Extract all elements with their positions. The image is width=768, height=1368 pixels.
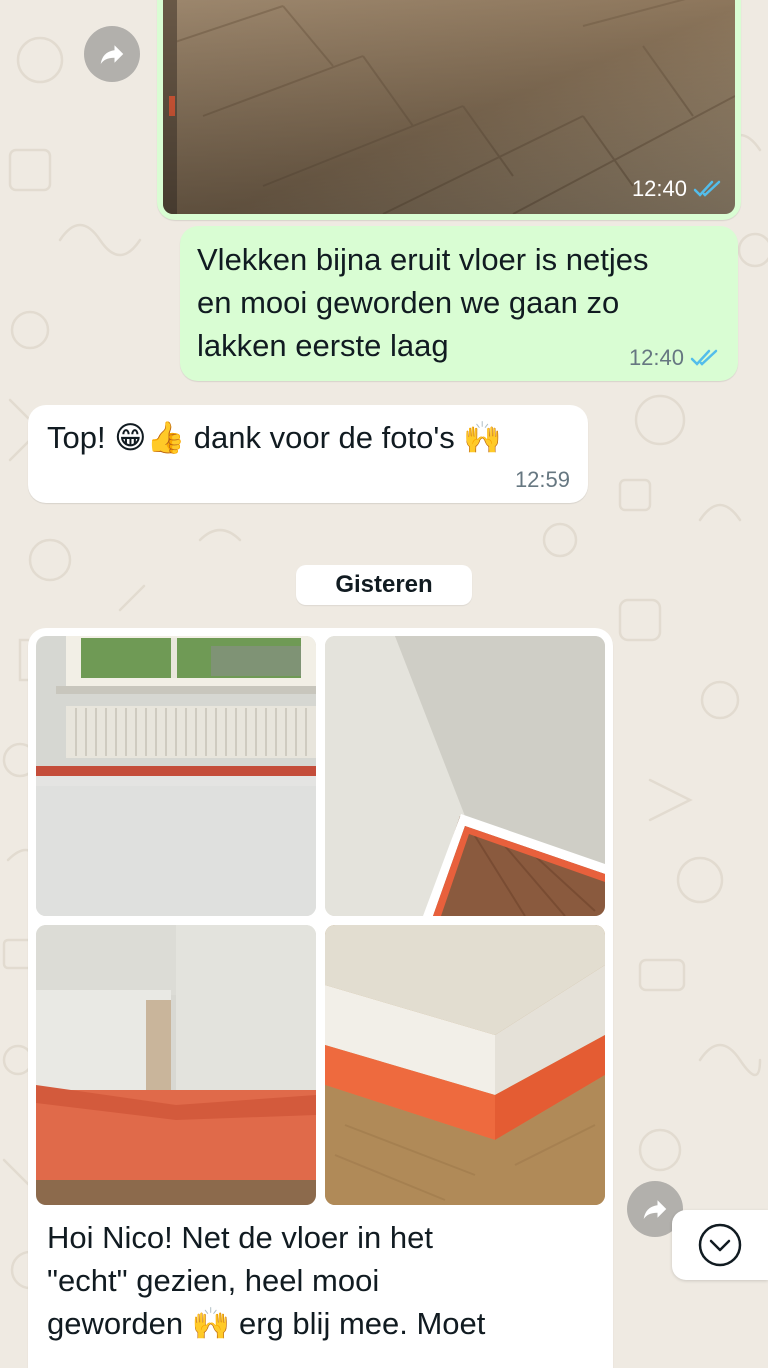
raised-hands-emoji: 🙌 xyxy=(191,1306,231,1341)
caption-line: geworden xyxy=(47,1306,184,1341)
message-timestamp: 12:59 xyxy=(514,467,570,492)
received-text-message[interactable]: Top! 😁👍 dank voor de foto's 🙌 12:59 xyxy=(28,405,588,503)
scroll-to-bottom-button[interactable] xyxy=(672,1210,768,1280)
caption-line: erg blij mee. Moet xyxy=(239,1306,486,1341)
forward-arrow-icon xyxy=(100,45,124,64)
album-photo-1[interactable] xyxy=(36,636,316,916)
double-check-icon xyxy=(693,180,721,197)
caption-line: Hoi Nico! Net de vloer in het xyxy=(47,1220,433,1255)
raised-hands-emoji: 🙌 xyxy=(463,420,503,455)
thumbs-up-emoji: 👍 xyxy=(146,420,186,455)
album-photo-4[interactable] xyxy=(325,925,605,1205)
received-album-message[interactable]: Hoi Nico! Net de vloer in het "echt" gez… xyxy=(28,628,613,1368)
double-check-icon xyxy=(690,349,718,366)
chevron-down-icon xyxy=(698,1223,742,1267)
sent-photo[interactable]: 12:40 xyxy=(163,0,735,214)
sent-text-message[interactable]: Vlekken bijna eruit vloer is netjes en m… xyxy=(180,226,738,381)
album-photo-2[interactable] xyxy=(325,636,605,916)
photo-timestamp: 12:40 xyxy=(631,176,687,201)
date-separator: Gisteren xyxy=(296,565,472,605)
message-line: en mooi geworden we gaan zo xyxy=(197,285,620,320)
grinning-emoji: 😁 xyxy=(114,420,147,455)
caption-line: "echt" gezien, heel mooi xyxy=(47,1263,380,1298)
message-line: Vlekken bijna eruit vloer is netjes xyxy=(197,242,649,277)
message-text: dank voor de foto's xyxy=(193,420,455,455)
message-line: lakken eerste laag xyxy=(197,328,449,363)
message-text: Top! xyxy=(47,420,106,455)
album-photo-3[interactable] xyxy=(36,925,316,1205)
message-timestamp: 12:40 xyxy=(628,345,684,370)
sent-photo-message[interactable]: 12:40 xyxy=(157,0,741,220)
forward-arrow-icon xyxy=(643,1200,667,1219)
forward-button[interactable] xyxy=(84,26,140,82)
